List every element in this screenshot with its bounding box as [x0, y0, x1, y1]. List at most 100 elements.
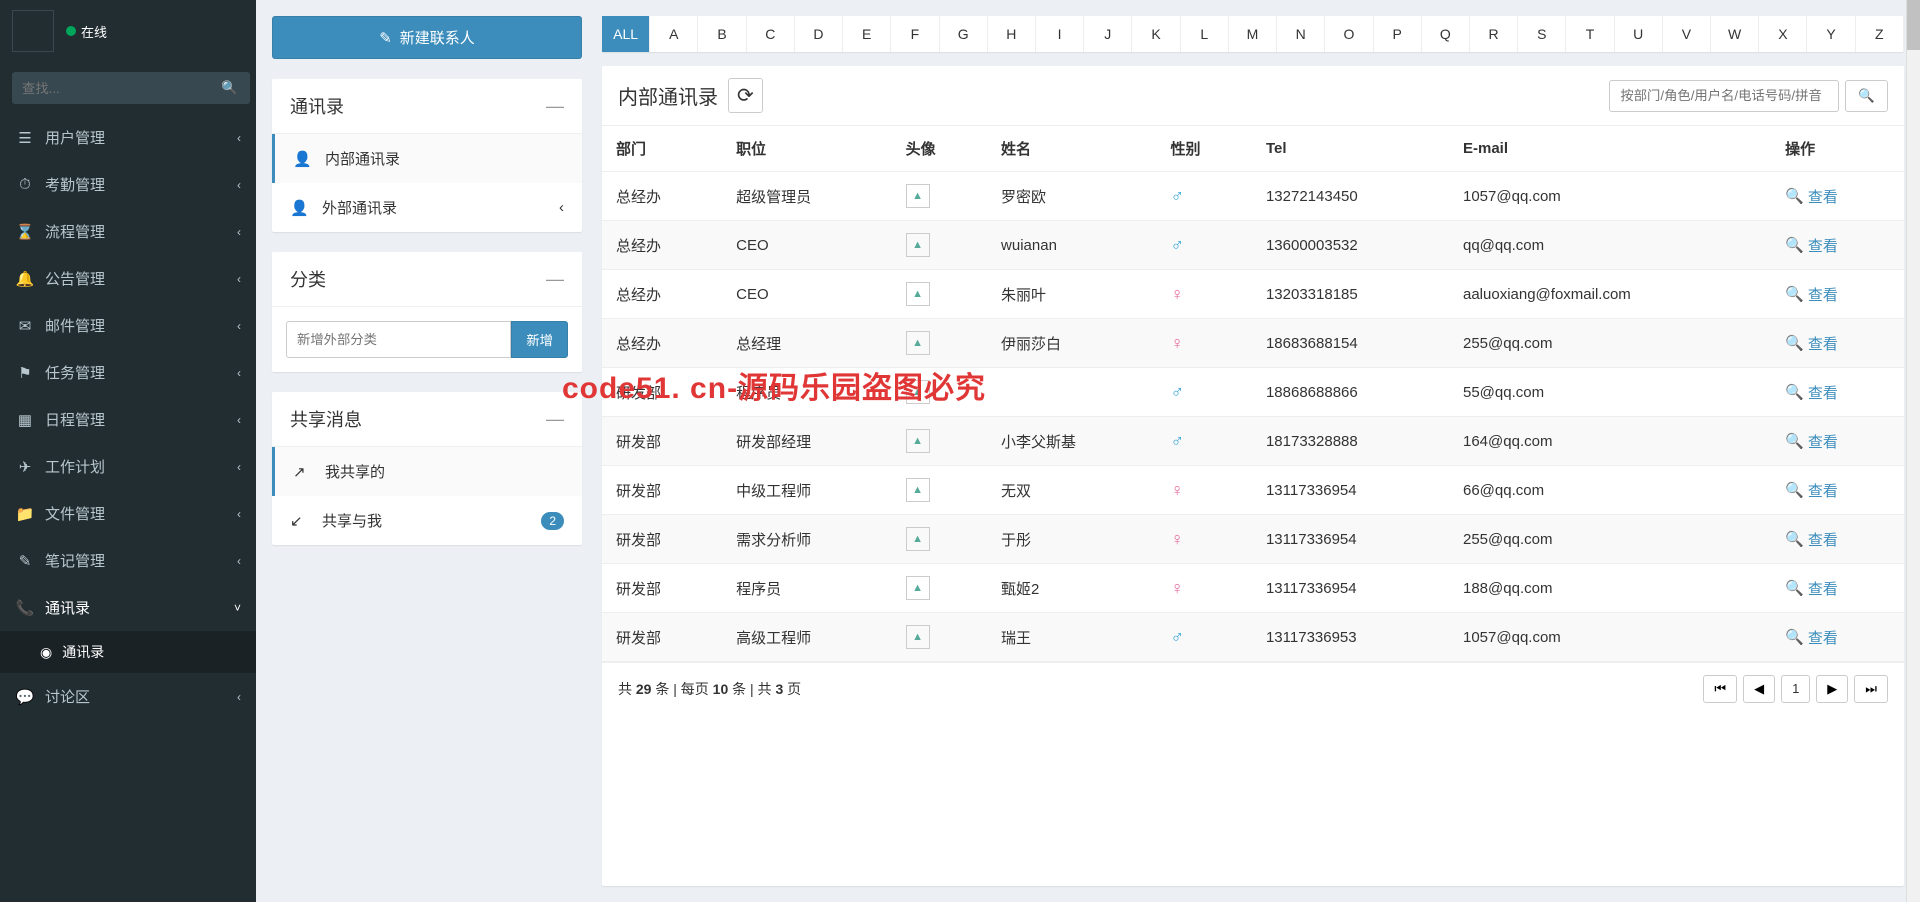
sidebar-search-button[interactable]: 🔍 — [209, 72, 250, 104]
category-panel: 分类 — 新增 — [272, 252, 582, 372]
cell-dept: 总经办 — [602, 172, 722, 221]
cell-role: CEO — [722, 270, 891, 319]
page-first-button[interactable]: ⏮ — [1703, 675, 1737, 703]
share-item-0[interactable]: ↗ 我共享的 — [272, 447, 582, 496]
sidebar-item-3[interactable]: 🔔公告管理‹ — [0, 255, 256, 302]
cell-gender: ♂ — [1157, 172, 1252, 221]
chevron-icon: ‹ — [237, 178, 241, 192]
alpha-J[interactable]: J — [1084, 16, 1132, 52]
cell-role: 超级管理员 — [722, 172, 891, 221]
alpha-E[interactable]: E — [843, 16, 891, 52]
alpha-U[interactable]: U — [1615, 16, 1663, 52]
menu-label: 工作计划 — [45, 456, 237, 477]
cell-tel: 18868688866 — [1252, 368, 1449, 417]
sidebar-item-11[interactable]: 💬讨论区‹ — [0, 673, 256, 720]
collapse-icon[interactable]: — — [546, 269, 564, 290]
sidebar-item-2[interactable]: ⌛流程管理‹ — [0, 208, 256, 255]
share-item-1[interactable]: ↙共享与我2 — [272, 496, 582, 545]
collapse-icon[interactable]: — — [546, 96, 564, 117]
alpha-T[interactable]: T — [1566, 16, 1614, 52]
view-button[interactable]: 🔍 查看 — [1785, 235, 1838, 256]
view-button[interactable]: 🔍 查看 — [1785, 578, 1838, 599]
cell-name: 于彤 — [987, 515, 1156, 564]
menu-icon: ✉ — [15, 317, 35, 335]
table-row: 研发部 程序员 ▲ ♂ 18868688866 55@qq.com 🔍 查看 — [602, 368, 1904, 417]
alpha-Z[interactable]: Z — [1856, 16, 1904, 52]
alpha-Y[interactable]: Y — [1807, 16, 1855, 52]
alpha-D[interactable]: D — [795, 16, 843, 52]
cell-tel: 13117336953 — [1252, 613, 1449, 662]
submenu-item-addressbook[interactable]: ◉通讯录 — [0, 631, 256, 673]
view-button[interactable]: 🔍 查看 — [1785, 431, 1838, 452]
refresh-button[interactable]: ⟳ — [728, 78, 763, 113]
alpha-G[interactable]: G — [940, 16, 988, 52]
collapse-icon[interactable]: — — [546, 409, 564, 430]
alpha-P[interactable]: P — [1374, 16, 1422, 52]
alpha-I[interactable]: I — [1036, 16, 1084, 52]
alpha-M[interactable]: M — [1229, 16, 1277, 52]
view-button[interactable]: 🔍 查看 — [1785, 333, 1838, 354]
sidebar-item-1[interactable]: ⏱考勤管理‹ — [0, 161, 256, 208]
alpha-H[interactable]: H — [988, 16, 1036, 52]
cell-avatar: ▲ — [892, 417, 987, 466]
alpha-X[interactable]: X — [1759, 16, 1807, 52]
share-icon: ↗ — [293, 463, 315, 481]
search-icon: 🔍 — [1785, 530, 1804, 548]
chevron-left-icon: ‹ — [559, 199, 564, 216]
category-input[interactable] — [286, 321, 511, 358]
view-button[interactable]: 🔍 查看 — [1785, 480, 1838, 501]
avatar-placeholder-icon: ▲ — [906, 380, 930, 404]
sidebar-search-input[interactable] — [12, 72, 209, 104]
alpha-ALL[interactable]: ALL — [602, 16, 650, 52]
alpha-A[interactable]: A — [650, 16, 698, 52]
table-row: 总经办 超级管理员 ▲ 罗密欧 ♂ 13272143450 1057@qq.co… — [602, 172, 1904, 221]
cell-dept: 研发部 — [602, 613, 722, 662]
table-row: 研发部 研发部经理 ▲ 小李父斯基 ♂ 18173328888 164@qq.c… — [602, 417, 1904, 466]
menu-label: 流程管理 — [45, 221, 237, 242]
menu-icon: ✎ — [15, 552, 35, 570]
col-header: 性别 — [1157, 126, 1252, 172]
sidebar-item-4[interactable]: ✉邮件管理‹ — [0, 302, 256, 349]
page-last-button[interactable]: ⏭ — [1854, 675, 1888, 703]
addressbook-item-0[interactable]: 👤内部通讯录 — [272, 134, 582, 183]
user-avatar — [12, 10, 54, 52]
sidebar-item-9[interactable]: ✎笔记管理‹ — [0, 537, 256, 584]
alpha-R[interactable]: R — [1470, 16, 1518, 52]
page-next-button[interactable]: ▶ — [1816, 675, 1848, 703]
alpha-S[interactable]: S — [1518, 16, 1566, 52]
alpha-O[interactable]: O — [1325, 16, 1373, 52]
sidebar-item-6[interactable]: ▦日程管理‹ — [0, 396, 256, 443]
page-prev-button[interactable]: ◀ — [1743, 675, 1775, 703]
table-search-input[interactable] — [1609, 80, 1839, 112]
alpha-L[interactable]: L — [1181, 16, 1229, 52]
scrollbar[interactable] — [1906, 0, 1920, 902]
sidebar-item-8[interactable]: 📁文件管理‹ — [0, 490, 256, 537]
sidebar-item-10[interactable]: 📞通讯录˅ — [0, 584, 256, 631]
alpha-F[interactable]: F — [891, 16, 939, 52]
view-button[interactable]: 🔍 查看 — [1785, 284, 1838, 305]
new-contact-button[interactable]: ✎ 新建联系人 — [272, 16, 582, 59]
sidebar-item-0[interactable]: ☰用户管理‹ — [0, 114, 256, 161]
view-button[interactable]: 🔍 查看 — [1785, 186, 1838, 207]
scroll-thumb[interactable] — [1907, 0, 1920, 50]
alpha-Q[interactable]: Q — [1422, 16, 1470, 52]
sidebar-item-5[interactable]: ⚑任务管理‹ — [0, 349, 256, 396]
avatar-placeholder-icon: ▲ — [906, 625, 930, 649]
cell-email: 188@qq.com — [1449, 564, 1771, 613]
addressbook-item-1[interactable]: 👤外部通讯录‹ — [272, 183, 582, 232]
alpha-W[interactable]: W — [1711, 16, 1759, 52]
item-label: 我共享的 — [325, 461, 564, 482]
alpha-N[interactable]: N — [1277, 16, 1325, 52]
alpha-K[interactable]: K — [1132, 16, 1180, 52]
sidebar-item-7[interactable]: ✈工作计划‹ — [0, 443, 256, 490]
cell-role: 需求分析师 — [722, 515, 891, 564]
col-header: Tel — [1252, 126, 1449, 172]
alpha-V[interactable]: V — [1663, 16, 1711, 52]
view-button[interactable]: 🔍 查看 — [1785, 627, 1838, 648]
view-button[interactable]: 🔍 查看 — [1785, 529, 1838, 550]
category-add-button[interactable]: 新增 — [511, 321, 568, 358]
alpha-B[interactable]: B — [698, 16, 746, 52]
view-button[interactable]: 🔍 查看 — [1785, 382, 1838, 403]
alpha-C[interactable]: C — [747, 16, 795, 52]
table-search-button[interactable]: 🔍 — [1845, 80, 1888, 112]
